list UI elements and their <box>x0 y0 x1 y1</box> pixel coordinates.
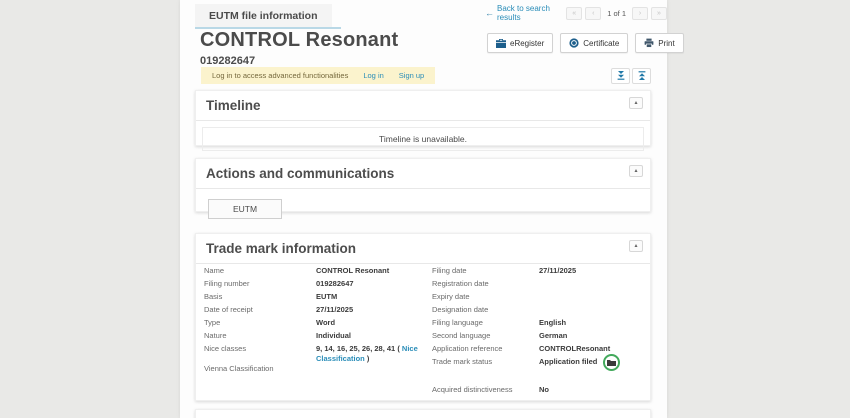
pagination-status: 1 of 1 <box>607 9 626 18</box>
field-row-basis: Basis EUTM <box>204 292 426 305</box>
actions-communications-section: Actions and communications ▴ EUTM <box>195 158 651 212</box>
certificate-button[interactable]: Certificate <box>560 33 628 53</box>
back-to-search-results-link[interactable]: ← Back to search results <box>485 4 556 22</box>
actions-communications-title: Actions and communications <box>206 166 394 181</box>
next-section-sliver <box>195 409 651 418</box>
field-row-registration-date: Registration date <box>432 279 648 292</box>
login-notice-bar: Log in to access advanced functionalitie… <box>201 67 435 84</box>
page: EUTM file information ← Back to search r… <box>0 0 850 418</box>
field-row-vienna-classification: Vienna Classification <box>204 364 426 377</box>
expand-all-icon <box>617 67 625 85</box>
trademark-fields-left-column: Name CONTROL Resonant Filing number 0192… <box>204 266 426 377</box>
tab-strip: EUTM file information <box>195 4 341 29</box>
trademark-name-title: CONTROL Resonant <box>200 29 398 52</box>
field-row-filing-date: Filing date 27/11/2025 <box>432 266 648 279</box>
printer-icon <box>644 38 654 48</box>
login-notice-message: Log in to access advanced functionalitie… <box>212 71 348 80</box>
timeline-collapse-button[interactable]: ▴ <box>629 97 643 109</box>
trademark-information-header: Trade mark information ▴ <box>196 234 650 264</box>
back-arrow-icon: ← <box>485 8 494 18</box>
pagination-next-button[interactable]: › <box>632 7 648 20</box>
field-row-nice-classes: Nice classes 9, 14, 16, 25, 26, 28, 41 (… <box>204 344 426 364</box>
document-actions: eRegister Certificate Print <box>487 33 684 53</box>
expand-all-button[interactable] <box>611 68 630 84</box>
actions-communications-collapse-button[interactable]: ▴ <box>629 165 643 177</box>
trademark-information-collapse-button[interactable]: ▴ <box>629 240 643 252</box>
field-row-expiry-date: Expiry date <box>432 292 648 305</box>
timeline-section: Timeline ▴ Timeline is unavailable. <box>195 90 651 146</box>
field-row-acquired-distinctiveness: Acquired distinctiveness No <box>432 385 648 398</box>
actions-communications-header: Actions and communications ▴ <box>196 159 650 189</box>
application-number: 019282647 <box>200 55 398 67</box>
content-column: EUTM file information ← Back to search r… <box>180 0 667 418</box>
login-link[interactable]: Log in <box>363 71 383 80</box>
field-row-filing-number: Filing number 019282647 <box>204 279 426 292</box>
application-filed-folder-icon <box>603 354 620 371</box>
field-row-second-language: Second language German <box>432 331 648 344</box>
field-row-nature: Nature Individual <box>204 331 426 344</box>
actions-communications-body: EUTM <box>196 189 650 229</box>
field-row-filing-language: Filing language English <box>432 318 648 331</box>
tab-eutm-file-information[interactable]: EUTM file information <box>195 4 332 27</box>
certificate-seal-icon <box>569 38 579 48</box>
signup-link[interactable]: Sign up <box>399 71 424 80</box>
back-link-label: Back to search results <box>497 4 556 22</box>
collapse-all-icon <box>638 67 646 85</box>
trademark-fields-right-column: Filing date 27/11/2025 Registration date… <box>432 266 648 398</box>
field-row-designation-date: Designation date <box>432 305 648 318</box>
print-label: Print <box>658 39 674 48</box>
eutm-tab-button[interactable]: EUTM <box>208 199 282 219</box>
expand-collapse-controls <box>611 68 651 84</box>
collapse-all-button[interactable] <box>632 68 651 84</box>
field-row-type: Type Word <box>204 318 426 331</box>
pagination-first-button[interactable]: « <box>566 7 582 20</box>
field-row-trademark-status: Trade mark status Application filed <box>432 357 648 370</box>
pagination-prev-button[interactable]: ‹ <box>585 7 601 20</box>
timeline-unavailable-message: Timeline is unavailable. <box>202 127 644 151</box>
print-button[interactable]: Print <box>635 33 683 53</box>
pagination-last-button[interactable]: » <box>651 7 667 20</box>
timeline-header: Timeline ▴ <box>196 91 650 121</box>
field-row-name: Name CONTROL Resonant <box>204 266 426 279</box>
header-utility: ← Back to search results « ‹ 1 of 1 › » <box>485 4 667 22</box>
certificate-label: Certificate <box>583 39 619 48</box>
timeline-title: Timeline <box>206 98 261 113</box>
pagination: « ‹ 1 of 1 › » <box>566 7 667 20</box>
eregister-label: eRegister <box>510 39 544 48</box>
eregister-briefcase-icon <box>496 39 506 48</box>
field-row-date-of-receipt: Date of receipt 27/11/2025 <box>204 305 426 318</box>
trademark-information-title: Trade mark information <box>206 241 356 256</box>
trademark-information-section: Trade mark information ▴ Name CONTROL Re… <box>195 233 651 401</box>
eregister-button[interactable]: eRegister <box>487 33 553 53</box>
title-block: CONTROL Resonant 019282647 <box>200 29 398 67</box>
